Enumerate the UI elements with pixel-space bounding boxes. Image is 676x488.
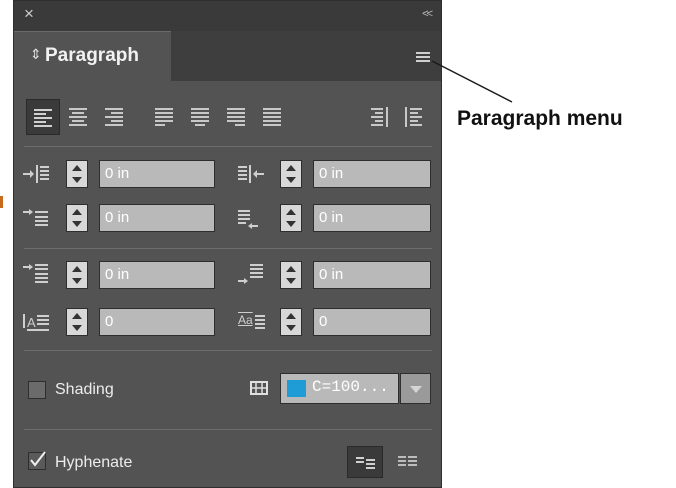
callout-leader-line <box>431 60 513 103</box>
callout-label: Paragraph menu <box>457 107 623 130</box>
